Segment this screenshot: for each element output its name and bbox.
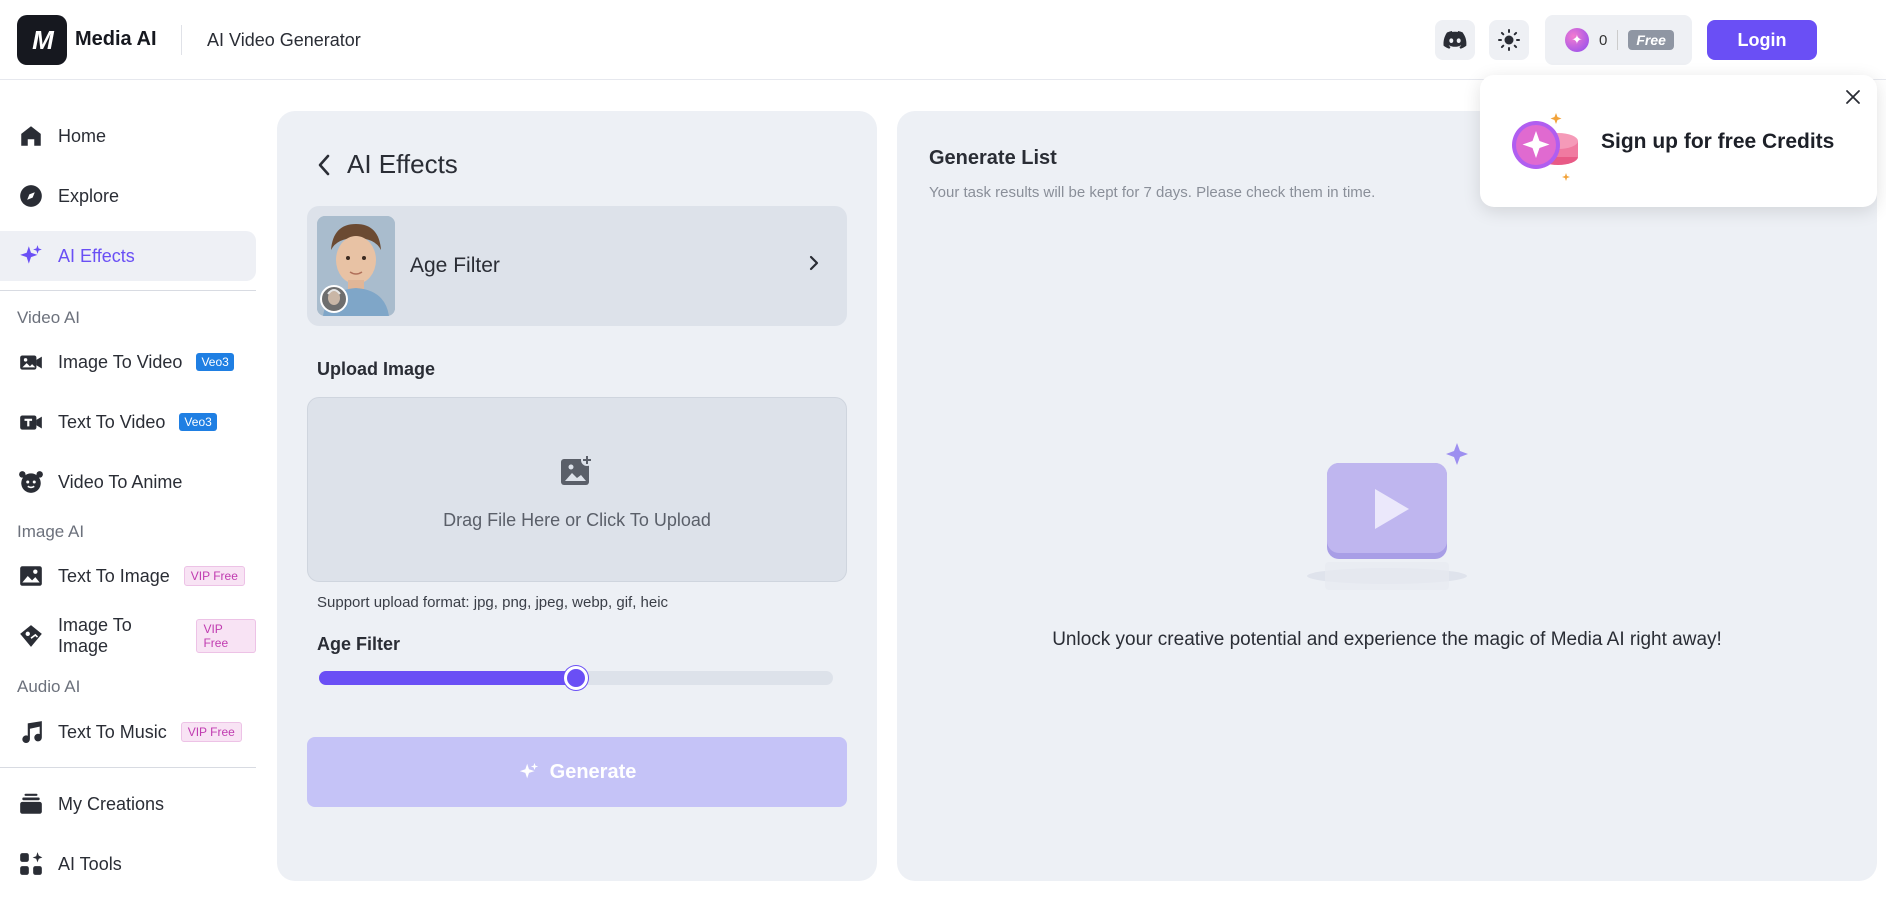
panel-title: AI Effects [347,149,458,179]
effect-thumbnail [317,216,395,316]
slider-handle[interactable] [564,666,588,690]
section-label-video: Video AI [17,308,81,327]
effect-selector[interactable]: Age Filter [307,206,847,326]
section-label-audio: Audio AI [17,677,81,696]
panel-header: AI Effects [317,149,458,180]
sparkle-icon [519,762,538,779]
empty-state-text: Unlock your creative potential and exper… [1052,629,1722,650]
image-video-icon [20,355,42,370]
sidebar-divider [0,767,256,768]
login-button[interactable]: Login [1707,20,1817,60]
dropzone-text: Drag File Here or Click To Upload [443,510,711,530]
generate-button[interactable]: Generate [307,737,847,807]
credits-divider [1617,30,1619,50]
theme-toggle-button[interactable] [1489,20,1529,60]
top-bar: M Media AI AI Video Generator ✦ 0 Free L… [0,0,1886,80]
sidebar-item-ai-effects[interactable]: AI Effects [0,231,256,281]
effects-panel: AI Effects Age Filter Upload Image Drag … [277,111,877,881]
section-label-image: Image AI [17,522,85,541]
plan-badge: Free [1628,30,1674,50]
sidebar-item-label: AI Effects [58,245,135,266]
sidebar-item-text-to-video[interactable]: Text To Video Veo3 [0,397,256,447]
sparkle-icon [20,245,42,264]
generate-list-title: Generate List [929,147,1057,169]
age-slider[interactable] [319,666,833,690]
vip-free-badge: VIP Free [196,619,256,653]
app-title: AI Video Generator [207,30,361,50]
sidebar-item-text-to-image[interactable]: Text To Image VIP Free [0,551,256,601]
header-divider [181,25,182,55]
credits-coins-icon [1512,113,1578,181]
grid-tools-icon [20,852,43,875]
app-logo[interactable]: M [17,15,67,65]
sidebar-item-video-to-anime[interactable]: Video To Anime [0,457,256,507]
home-icon [21,126,41,146]
image-swap-icon [20,625,42,647]
stack-icon [20,793,42,814]
support-format-text: Support upload format: jpg, png, jpeg, w… [317,594,669,611]
sidebar-item-label: Video To Anime [58,471,183,492]
close-icon[interactable] [1845,89,1861,105]
sidebar-divider [0,290,256,291]
generate-list-panel: Generate List Your task results will be … [897,111,1877,881]
compass-icon [20,185,42,207]
veo3-badge: Veo3 [196,353,234,371]
sidebar-item-text-to-music[interactable]: Text To Music VIP Free [0,707,256,757]
empty-video-illustration [1307,443,1468,590]
music-note-icon [22,721,42,744]
sidebar-item-ai-tools[interactable]: AI Tools [0,839,256,889]
signup-popup[interactable]: Sign up for free Credits [1480,75,1877,207]
sidebar-item-image-to-video[interactable]: Image To Video Veo3 [0,337,256,387]
back-chevron-icon[interactable] [317,154,331,176]
sidebar: Home Explore AI Effects Video AI Image T… [0,81,258,905]
veo3-badge: Veo3 [179,413,217,431]
sidebar-item-label: Explore [58,185,120,206]
upload-dropzone[interactable]: Drag File Here or Click To Upload [307,397,847,582]
sidebar-item-label: Text To Video [58,411,166,432]
sidebar-item-label: Home [58,125,107,146]
sidebar-item-label: Image To Video [58,351,183,372]
portrait-image [317,216,395,316]
vip-free-badge: VIP Free [180,722,242,742]
sidebar-item-label: Text To Image [58,565,170,586]
sun-icon [1498,29,1520,51]
popup-text: Sign up for free Credits [1601,130,1835,153]
discord-button[interactable] [1435,20,1475,60]
sidebar-item-label: AI Tools [58,853,122,874]
credits-count: 0 [1599,31,1608,49]
add-image-icon [561,454,593,485]
brand-name[interactable]: Media AI [75,28,157,51]
credit-coin-icon: ✦ [1565,28,1589,52]
text-image-icon [20,566,42,586]
generate-list-subtitle: Your task results will be kept for 7 day… [929,184,1376,201]
sidebar-item-label: My Creations [58,793,165,814]
effect-name: Age Filter [410,254,500,277]
chevron-right-icon [809,255,819,271]
generate-label: Generate [549,760,637,783]
sidebar-item-label: Image To Image [58,615,132,656]
upload-label: Upload Image [317,359,436,379]
sidebar-item-explore[interactable]: Explore [0,171,256,221]
discord-icon [1443,31,1467,49]
sidebar-item-image-to-image[interactable]: Image To Image VIP Free [0,611,256,661]
slider-label: Age Filter [317,634,401,654]
credits-widget[interactable]: ✦ 0 Free [1545,15,1692,65]
anime-face-icon [19,471,43,493]
text-video-icon [20,415,42,430]
sidebar-item-label: Text To Music [58,721,167,742]
sidebar-item-home[interactable]: Home [0,111,256,161]
slider-fill [319,671,576,685]
vip-free-badge: VIP Free [183,566,245,586]
sidebar-item-my-creations[interactable]: My Creations [0,779,256,829]
